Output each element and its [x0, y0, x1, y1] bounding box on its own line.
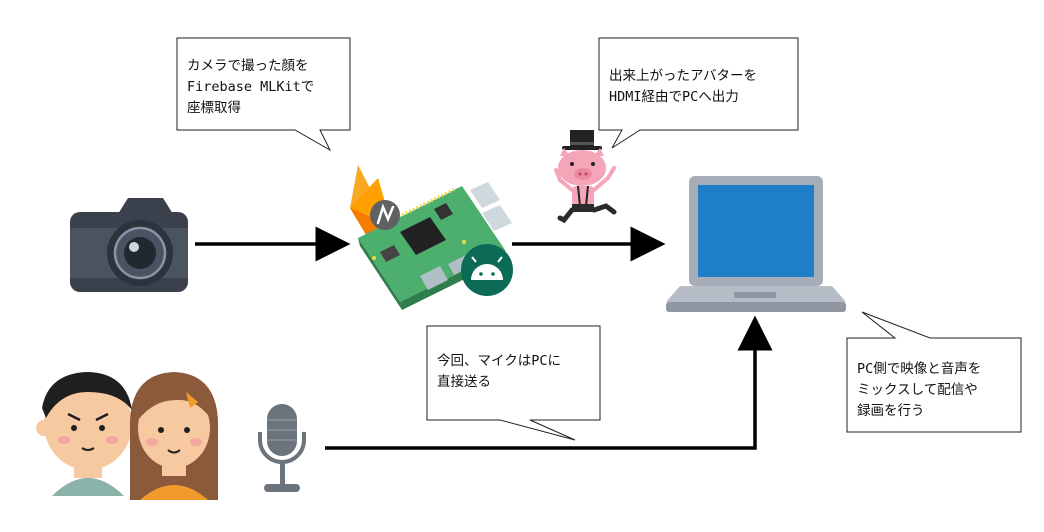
- pig-avatar-icon: [554, 130, 617, 224]
- mic-note-bubble: 今回、マイクはPCに 直接送る: [426, 325, 601, 441]
- boy-icon: [36, 372, 140, 496]
- pc-note-line-3: 録画を行う: [857, 403, 925, 419]
- pc-note-line-2: ミックスして配信や: [857, 382, 978, 398]
- camera-note-line-3: 座標取得: [187, 99, 241, 116]
- mic-note-line-1: 今回、マイクはPCに: [437, 353, 561, 369]
- microphone-icon: [258, 404, 306, 492]
- pipeline-diagram: カメラで撮った顔を Firebase MLKitで 座標取得 出来上がったアバタ…: [36, 37, 1022, 500]
- laptop-icon: [666, 176, 846, 312]
- output-note-bubble: 出来上がったアバターを HDMI経由でPCへ出力: [598, 37, 799, 149]
- output-note-line-2: HDMI経由でPCへ出力: [609, 89, 739, 105]
- android-icon: [461, 244, 513, 296]
- girl-icon: [129, 372, 219, 500]
- pc-note-line-1: PC側で映像と音声を: [857, 360, 981, 377]
- camera-note-line-2: Firebase MLKitで: [187, 79, 314, 95]
- pc-note-bubble: PC側で映像と音声を ミックスして配信や 録画を行う: [846, 311, 1022, 433]
- camera-note-bubble: カメラで撮った顔を Firebase MLKitで 座標取得: [176, 37, 351, 152]
- mic-note-line-2: 直接送る: [437, 373, 491, 390]
- camera-note-line-1: カメラで撮った顔を: [187, 57, 309, 74]
- output-note-line-1: 出来上がったアバターを: [609, 68, 757, 84]
- camera-icon: [70, 198, 188, 292]
- mlkit-icon: [370, 200, 400, 230]
